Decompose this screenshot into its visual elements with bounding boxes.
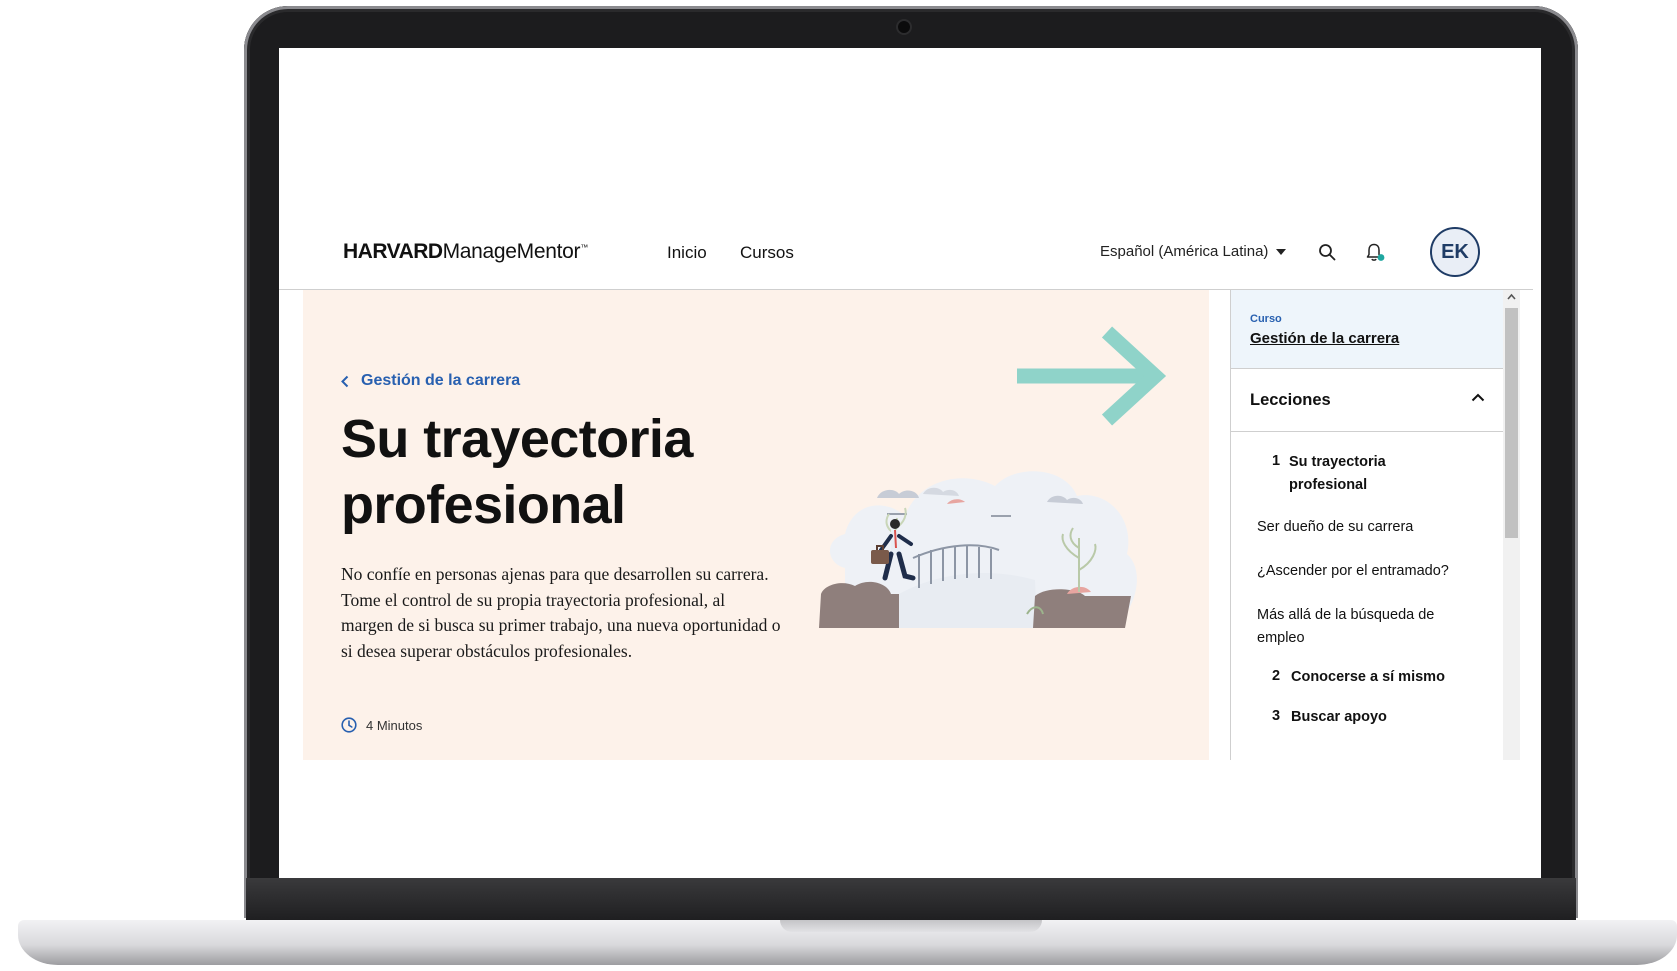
lesson-item-busqueda-empleo[interactable]: Más allá de la búsqueda de empleo xyxy=(1257,604,1467,650)
chevron-left-icon xyxy=(341,375,349,387)
search-button[interactable] xyxy=(1318,243,1336,266)
harvard-managementor-logo[interactable]: HARVARDManageMentor™ xyxy=(343,240,588,264)
course-name-link[interactable]: Gestión de la carrera xyxy=(1250,330,1399,347)
career-path-illustration xyxy=(819,471,1137,628)
chevron-up-icon xyxy=(1471,393,1485,402)
screen: HARVARDManageMentor™ Inicio Cursos Españ… xyxy=(279,48,1541,878)
lessons-accordion-toggle[interactable]: Lecciones xyxy=(1231,369,1503,432)
lesson-description: No confíe en personas ajenas para que de… xyxy=(341,564,781,661)
clock-icon xyxy=(341,717,357,733)
course-sidebar: Curso Gestión de la carrera Lecciones 1 … xyxy=(1230,290,1521,760)
nav-home-link[interactable]: Inicio xyxy=(667,243,707,263)
lesson-item-ser-dueno[interactable]: Ser dueño de su carrera xyxy=(1257,516,1477,539)
lesson-number: 3 xyxy=(1272,708,1281,724)
search-icon xyxy=(1319,244,1336,261)
lesson-item-conocerse[interactable]: Conocerse a sí mismo xyxy=(1291,666,1491,689)
webcam xyxy=(898,21,910,33)
nav-courses-link[interactable]: Cursos xyxy=(740,243,794,263)
language-select-value: Español (América Latina) xyxy=(1100,243,1269,260)
lesson-item-buscar-apoyo[interactable]: Buscar apoyo xyxy=(1291,706,1491,729)
lesson-duration: 4 Minutos xyxy=(341,717,422,733)
bell-icon xyxy=(1366,243,1385,261)
back-to-course-link[interactable]: Gestión de la carrera xyxy=(341,372,520,390)
site-header: HARVARDManageMentor™ Inicio Cursos Españ… xyxy=(279,218,1533,290)
lesson-number: 1 xyxy=(1272,453,1281,469)
course-label: Curso xyxy=(1250,313,1282,325)
lessons-title: Lecciones xyxy=(1250,391,1331,409)
laptop-base-notch xyxy=(780,920,1042,932)
user-avatar[interactable]: EK xyxy=(1430,227,1480,277)
language-select[interactable]: Español (América Latina) xyxy=(1100,243,1287,260)
scrollbar-thumb[interactable] xyxy=(1505,308,1518,538)
annotation-arrow-icon xyxy=(1017,326,1167,426)
logo-managementor: ManageMentor xyxy=(442,240,581,263)
scroll-up-arrow-icon[interactable] xyxy=(1507,293,1516,300)
lesson-item-ascender[interactable]: ¿Ascender por el entramado? xyxy=(1257,560,1487,583)
lesson-number: 2 xyxy=(1272,668,1281,684)
caret-down-icon xyxy=(1276,248,1287,255)
lesson-item-trayectoria[interactable]: Su trayectoria profesional xyxy=(1289,451,1439,497)
duration-label: 4 Minutos xyxy=(366,717,423,733)
logo-harvard: HARVARD xyxy=(343,240,443,263)
sidebar-course-header: Curso Gestión de la carrera xyxy=(1231,290,1503,369)
trademark-mark: ™ xyxy=(580,243,588,252)
back-link-label: Gestión de la carrera xyxy=(361,372,521,389)
laptop-bezel xyxy=(246,878,1576,920)
notifications-button[interactable] xyxy=(1364,241,1388,270)
